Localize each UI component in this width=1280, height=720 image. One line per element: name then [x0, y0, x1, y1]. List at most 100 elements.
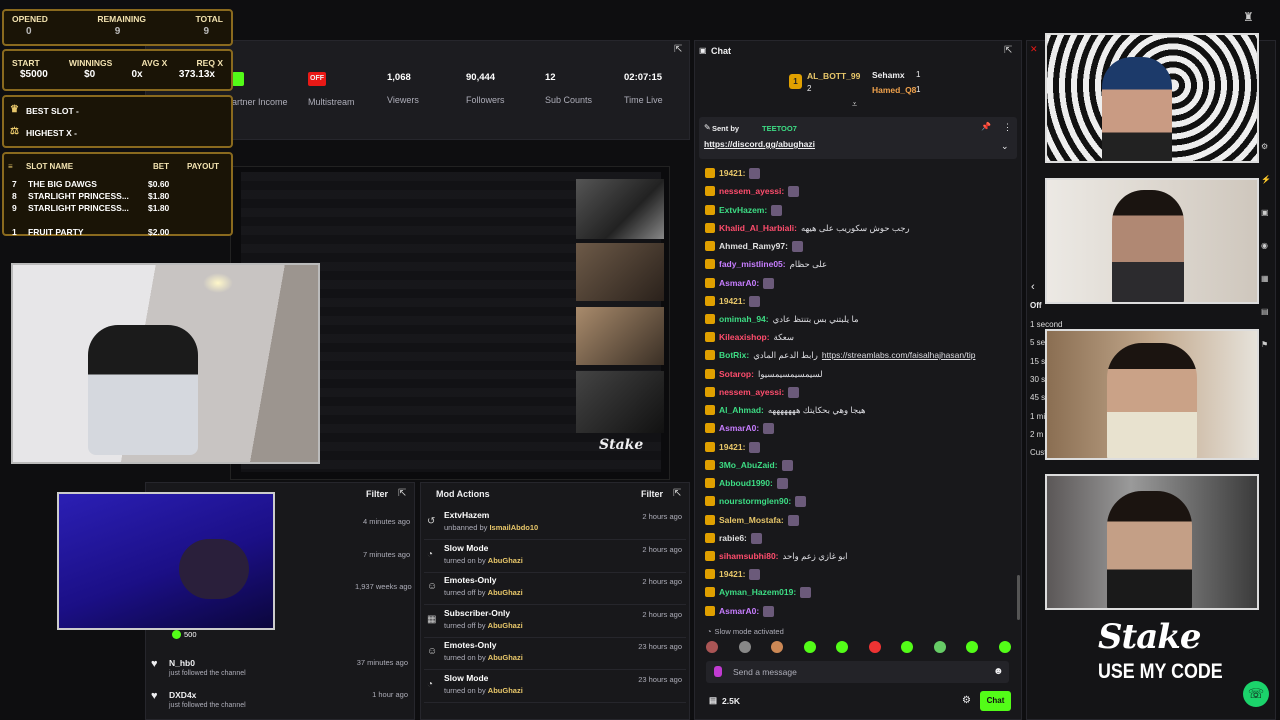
pinned-link[interactable]: https://discord.gg/abughazi [704, 139, 815, 149]
mod-action-row[interactable]: ◔ Slow Mode turned on by AbuGhazi 2 hours a… [424, 541, 686, 573]
slow-mode-option[interactable]: 30 s [1030, 375, 1045, 384]
smile-icon[interactable]: ☻ [993, 666, 1004, 677]
chat-message[interactable]: rabie6: [705, 531, 762, 545]
close-icon[interactable]: ✕ [1030, 44, 1038, 55]
popout-icon[interactable]: ⇱ [398, 488, 406, 499]
chevron-left-icon[interactable]: ‹ [1031, 281, 1035, 293]
popout-icon[interactable]: ⇱ [1004, 45, 1012, 56]
chat-message[interactable]: AsmarA0: [705, 276, 775, 290]
slow-mode-option[interactable]: 45 s [1030, 393, 1045, 402]
chat-message[interactable]: ExtvHazem: [705, 203, 783, 217]
settings-icon[interactable]: ⚙ [962, 695, 971, 706]
chat-message[interactable]: omimah_94: ما يلبتني بس بتنتظ عادي [705, 312, 859, 326]
chat-message[interactable]: Khalid_Al_Harbiali: رجب حوش سكوريب على هي… [705, 221, 910, 235]
chat-scrollbar[interactable] [1017, 575, 1020, 620]
chat-username[interactable]: sihamsubhi80: [719, 551, 779, 561]
chat-username[interactable]: 19421: [719, 296, 745, 306]
chat-username[interactable]: nessem_ayessi: [719, 387, 784, 397]
chat-message[interactable]: Sotarop: لسيمسيمسيمسيوا [705, 367, 823, 381]
chat-username[interactable]: nourstormglen90: [719, 496, 791, 506]
chat-username[interactable]: Sotarop: [719, 369, 754, 379]
mod-action-row[interactable]: ☺ Emotes-Only turned on by AbuGhazi 23 hour… [424, 638, 686, 670]
emote-icon[interactable] [771, 641, 783, 653]
chat-username[interactable]: Salem_Mostafa: [719, 515, 784, 525]
emote-icon[interactable] [706, 641, 718, 653]
chat-message[interactable]: nessem_ayessi: [705, 184, 800, 198]
support-icon[interactable]: ☏ [1243, 681, 1269, 707]
chat-username[interactable]: Ayman_Hazem019: [719, 587, 796, 597]
emote-icon[interactable] [901, 641, 913, 653]
send-chat-button[interactable]: Chat [980, 691, 1011, 711]
chat-message[interactable]: Abboud1990: [705, 476, 788, 490]
more-icon[interactable]: ⋮ [1003, 122, 1012, 133]
chat-username[interactable]: AsmarA0: [719, 606, 759, 616]
pinned-message[interactable]: ✎ Sent by TEETOO7 https://discord.gg/abu… [699, 117, 1017, 159]
mod-action-row[interactable]: ▦ Subscriber-Only turned off by AbuGhazi 2 … [424, 606, 686, 638]
emote-icon[interactable] [714, 666, 722, 677]
chat-message[interactable]: Kileaxishop: سعكة [705, 330, 794, 344]
emote-icon[interactable] [738, 641, 751, 653]
chat-username[interactable]: AsmarA0: [719, 278, 759, 288]
slow-mode-off[interactable]: Off [1030, 301, 1042, 310]
chat-message[interactable]: nourstormglen90: [705, 494, 807, 508]
slow-mode-option[interactable]: 15 s [1030, 357, 1045, 366]
emote-icon[interactable] [836, 641, 848, 653]
chat-username[interactable]: Abboud1990: [719, 478, 773, 488]
slow-mode-option[interactable]: 5 se [1030, 338, 1045, 347]
slow-mode-option[interactable]: 1 mi [1030, 412, 1045, 421]
activity-filter-button[interactable]: Filter [366, 489, 388, 499]
chat-username[interactable]: 19421: [719, 569, 745, 579]
mod-action-row[interactable]: ↺ ExtvHazem unbanned by IsmailAbdo10 2 hour… [424, 508, 686, 540]
chat-message[interactable]: Al_Ahmad: هيجا وهي بحكايتك هههههههه [705, 403, 866, 417]
chevron-down-icon[interactable]: ⌄ [1001, 141, 1009, 152]
mod-action-row[interactable]: ◔ Slow Mode turned on by AbuGhazi 23 hours … [424, 671, 686, 703]
chat-message[interactable]: 19421: [705, 294, 761, 308]
chat-message[interactable]: Ayman_Hazem019: [705, 585, 812, 599]
collapse-icon[interactable]: ⩡ [852, 99, 857, 110]
emote-icon[interactable] [966, 641, 978, 653]
chat-link[interactable]: https://streamlabs.com/faisalhajhasan/ti… [822, 350, 976, 360]
chat-username[interactable]: AsmarA0: [719, 423, 759, 433]
chat-username[interactable]: rabie6: [719, 533, 747, 543]
emote-icon[interactable] [933, 641, 946, 653]
chat-message[interactable]: 19421: [705, 567, 761, 581]
leader-count: 1 [916, 70, 921, 79]
chat-username[interactable]: nessem_ayessi: [719, 186, 784, 196]
chat-message[interactable]: nessem_ayessi: [705, 385, 800, 399]
emote-icon[interactable] [868, 641, 881, 653]
chat-username[interactable]: Al_Ahmad: [719, 405, 764, 415]
chat-username[interactable]: fady_mistline05: [719, 259, 786, 269]
pin-icon[interactable]: 📌 [981, 122, 991, 131]
chat-message[interactable]: fady_mistline05: على حظام [705, 257, 827, 271]
multistream-badge[interactable]: OFF [308, 72, 326, 86]
chat-message[interactable]: Ahmed_Ramy97: [705, 239, 803, 253]
chat-message[interactable]: sihamsubhi80: ابو غازي زعم واحد [705, 549, 848, 563]
chat-message[interactable]: 19421: [705, 440, 761, 454]
chat-message[interactable]: BotRix: رابط الدعم المادي https://streamla… [705, 348, 975, 362]
mod-action-row[interactable]: ☺ Emotes-Only turned off by AbuGhazi 2 hour… [424, 573, 686, 605]
chat-username[interactable]: 3Mo_AbuZaid: [719, 460, 778, 470]
popout-icon[interactable]: ⇱ [673, 488, 681, 499]
chat-message[interactable]: 19421: [705, 166, 761, 180]
mod-action-time: 23 hours ago [638, 642, 682, 651]
profile-icon[interactable]: ♜ [1243, 10, 1254, 24]
slow-mode-option[interactable]: 2 m [1030, 430, 1043, 439]
popout-icon[interactable]: ⇱ [674, 44, 682, 55]
chat-username[interactable]: 19421: [719, 168, 745, 178]
chat-username[interactable]: 19421: [719, 442, 745, 452]
emote-icon[interactable] [998, 641, 1011, 653]
chat-username[interactable]: Kileaxishop: [719, 332, 770, 342]
chat-message[interactable]: 3Mo_AbuZaid: [705, 458, 793, 472]
chat-username[interactable]: Khalid_Al_Harbiali: [719, 223, 797, 233]
chat-input[interactable]: Send a message ☻ [706, 661, 1009, 683]
mod-actions-filter-button[interactable]: Filter [641, 489, 663, 499]
slow-mode-option[interactable]: 1 second [1030, 320, 1062, 329]
chat-message[interactable]: AsmarA0: [705, 421, 775, 435]
chat-username[interactable]: Ahmed_Ramy97: [719, 241, 788, 251]
chat-username[interactable]: omimah_94: [719, 314, 769, 324]
chat-username[interactable]: BotRix: [719, 350, 749, 360]
chat-username[interactable]: ExtvHazem: [719, 205, 767, 215]
emote-icon[interactable] [803, 641, 816, 653]
chat-message[interactable]: Salem_Mostafa: [705, 513, 799, 527]
chat-message[interactable]: AsmarA0: [705, 604, 775, 618]
